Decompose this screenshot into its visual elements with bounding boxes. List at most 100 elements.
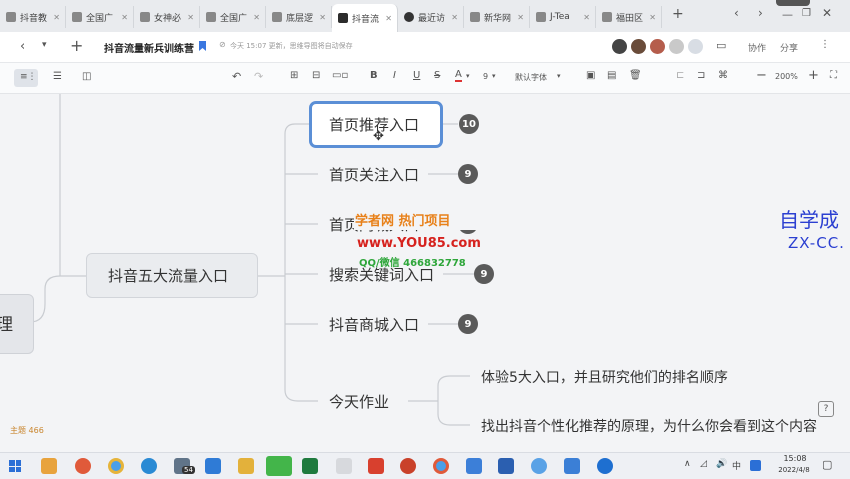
bookmark-icon[interactable]	[199, 41, 206, 51]
close-icon[interactable]: ✕	[517, 13, 524, 22]
avatar[interactable]	[631, 39, 646, 54]
browser-tab[interactable]: 全国广 ✕	[66, 6, 134, 28]
count-badge[interactable]: 9	[474, 264, 494, 284]
insert-child-icon[interactable]: ⊞	[290, 70, 298, 81]
wechat-icon[interactable]	[266, 456, 292, 476]
avatar[interactable]	[612, 39, 627, 54]
layout-icon[interactable]: ⊏	[676, 70, 684, 81]
insert-summary-icon[interactable]: ▭▫	[332, 70, 348, 81]
windows-start-icon[interactable]	[9, 460, 21, 472]
browser-tab[interactable]: 全国广 ✕	[200, 6, 266, 28]
powerpoint-icon[interactable]	[400, 458, 416, 474]
browser-tab-active[interactable]: 抖音流 ✕	[332, 4, 398, 32]
close-icon[interactable]: ✕	[319, 13, 326, 22]
browser-tab[interactable]: J-Tea ✕	[530, 6, 596, 28]
browser-tab[interactable]: 新华网 ✕	[464, 6, 530, 28]
restore-icon[interactable]: ❐	[802, 8, 811, 19]
node-label[interactable]: 抖音商城入口	[329, 314, 419, 335]
strikethrough-icon[interactable]: S	[434, 70, 440, 81]
tray-app-icon[interactable]	[750, 460, 761, 471]
close-icon[interactable]: ✕	[451, 13, 458, 22]
share-button[interactable]: 分享	[780, 41, 798, 54]
font-size-select[interactable]: 9	[483, 72, 488, 81]
add-icon[interactable]: +	[70, 36, 83, 55]
fullscreen-icon[interactable]: ⛶	[830, 70, 837, 81]
more-icon[interactable]: ⋮	[820, 39, 830, 50]
format-painter-icon[interactable]: ⌘	[718, 70, 728, 81]
outline-view-icon[interactable]: ☰	[53, 71, 62, 82]
count-badge[interactable]: 9	[458, 314, 478, 334]
app-icon[interactable]	[205, 458, 221, 474]
homework-node-label[interactable]: 今天作业	[329, 391, 389, 412]
chrome-icon[interactable]	[433, 458, 449, 474]
back-icon[interactable]: ‹	[20, 39, 25, 54]
close-icon[interactable]: ✕	[649, 13, 656, 22]
tab-scroll-left-icon[interactable]: ‹	[734, 6, 739, 20]
document-title[interactable]: 抖音流量新兵训练营	[104, 40, 194, 55]
search-app-icon[interactable]	[531, 458, 547, 474]
browser-tab[interactable]: 福田区 ✕	[596, 6, 662, 28]
delete-icon[interactable]: 🗑	[629, 70, 642, 81]
notification-icon[interactable]: ▢	[822, 458, 832, 471]
collaborate-button[interactable]: 协作	[748, 41, 766, 54]
comment-icon[interactable]: ▭	[716, 39, 726, 52]
style-icon[interactable]: ▤	[607, 70, 616, 81]
clock-date[interactable]: 2022/4/8	[772, 466, 816, 474]
close-icon[interactable]: ✕	[583, 13, 590, 22]
tray-chevron-icon[interactable]: ∧	[684, 459, 691, 469]
app-icon[interactable]	[75, 458, 91, 474]
clock-time[interactable]: 15:08	[778, 454, 812, 463]
undo-icon[interactable]: ↶	[232, 70, 241, 83]
chevron-down-icon[interactable]: ▾	[557, 72, 561, 80]
browser-tab[interactable]: 最近访 ✕	[398, 6, 464, 28]
app-icon[interactable]	[597, 458, 613, 474]
close-icon[interactable]: ✕	[187, 13, 194, 22]
font-color-icon[interactable]: A	[455, 69, 462, 82]
help-icon[interactable]: ?	[818, 401, 834, 417]
app-icon[interactable]	[336, 458, 352, 474]
edge-icon[interactable]	[141, 458, 157, 474]
tab-scroll-right-icon[interactable]: ›	[758, 6, 763, 20]
zoom-level[interactable]: 200%	[775, 72, 798, 81]
structure-icon[interactable]: ⊐	[697, 70, 705, 81]
insert-sibling-icon[interactable]: ⊟	[312, 70, 320, 81]
underline-icon[interactable]: U	[413, 70, 420, 81]
browser-tab[interactable]: 抖音教 ✕	[0, 6, 66, 28]
homework-child-label[interactable]: 体验5大入口，并且研究他们的排名顺序	[481, 367, 728, 387]
bold-icon[interactable]: B	[370, 70, 378, 81]
minimize-icon[interactable]: —	[782, 8, 793, 21]
app-icon[interactable]	[564, 458, 580, 474]
insert-image-icon[interactable]: ▣	[586, 70, 595, 81]
network-icon[interactable]: ◿	[700, 459, 707, 469]
word-icon[interactable]	[498, 458, 514, 474]
zoom-out-icon[interactable]: −	[756, 68, 767, 83]
close-icon[interactable]: ✕	[53, 13, 60, 22]
chevron-down-icon[interactable]: ▾	[42, 40, 47, 50]
volume-icon[interactable]: 🔊	[716, 459, 727, 469]
app-icon[interactable]	[466, 458, 482, 474]
folder-icon[interactable]	[238, 458, 254, 474]
chevron-down-icon[interactable]: ▾	[466, 72, 470, 80]
avatar[interactable]	[669, 39, 684, 54]
count-badge[interactable]: 9	[458, 164, 478, 184]
app-icon[interactable]	[41, 458, 57, 474]
zoom-in-icon[interactable]: +	[808, 68, 819, 83]
homework-child-label[interactable]: 找出抖音个性化推荐的原理，为什么你会看到这个内容	[481, 416, 817, 436]
close-icon[interactable]: ✕	[385, 14, 392, 23]
browser-tab[interactable]: 底层逻 ✕	[266, 6, 332, 28]
close-window-icon[interactable]: ✕	[822, 6, 832, 20]
node-label[interactable]: 首页关注入口	[329, 164, 419, 185]
count-badge[interactable]: 10	[459, 114, 479, 134]
close-icon[interactable]: ✕	[121, 13, 128, 22]
mindmap-canvas[interactable]: 理 抖音五大流量入口 首页推荐入口 ✥ 10 首页关注入口 9 首页同城入口 9…	[0, 94, 850, 452]
font-family-select[interactable]: 默认字体	[515, 72, 547, 83]
chevron-down-icon[interactable]: ▾	[492, 72, 496, 80]
sidebar-toggle-icon[interactable]: ◫	[82, 71, 91, 82]
redo-icon[interactable]: ↷	[254, 70, 263, 83]
avatar[interactable]	[688, 39, 703, 54]
chrome-icon[interactable]	[108, 458, 124, 474]
close-icon[interactable]: ✕	[253, 13, 260, 22]
browser-tab[interactable]: 女神必 ✕	[134, 6, 200, 28]
excel-icon[interactable]	[302, 458, 318, 474]
new-tab-button[interactable]: +	[672, 6, 684, 22]
